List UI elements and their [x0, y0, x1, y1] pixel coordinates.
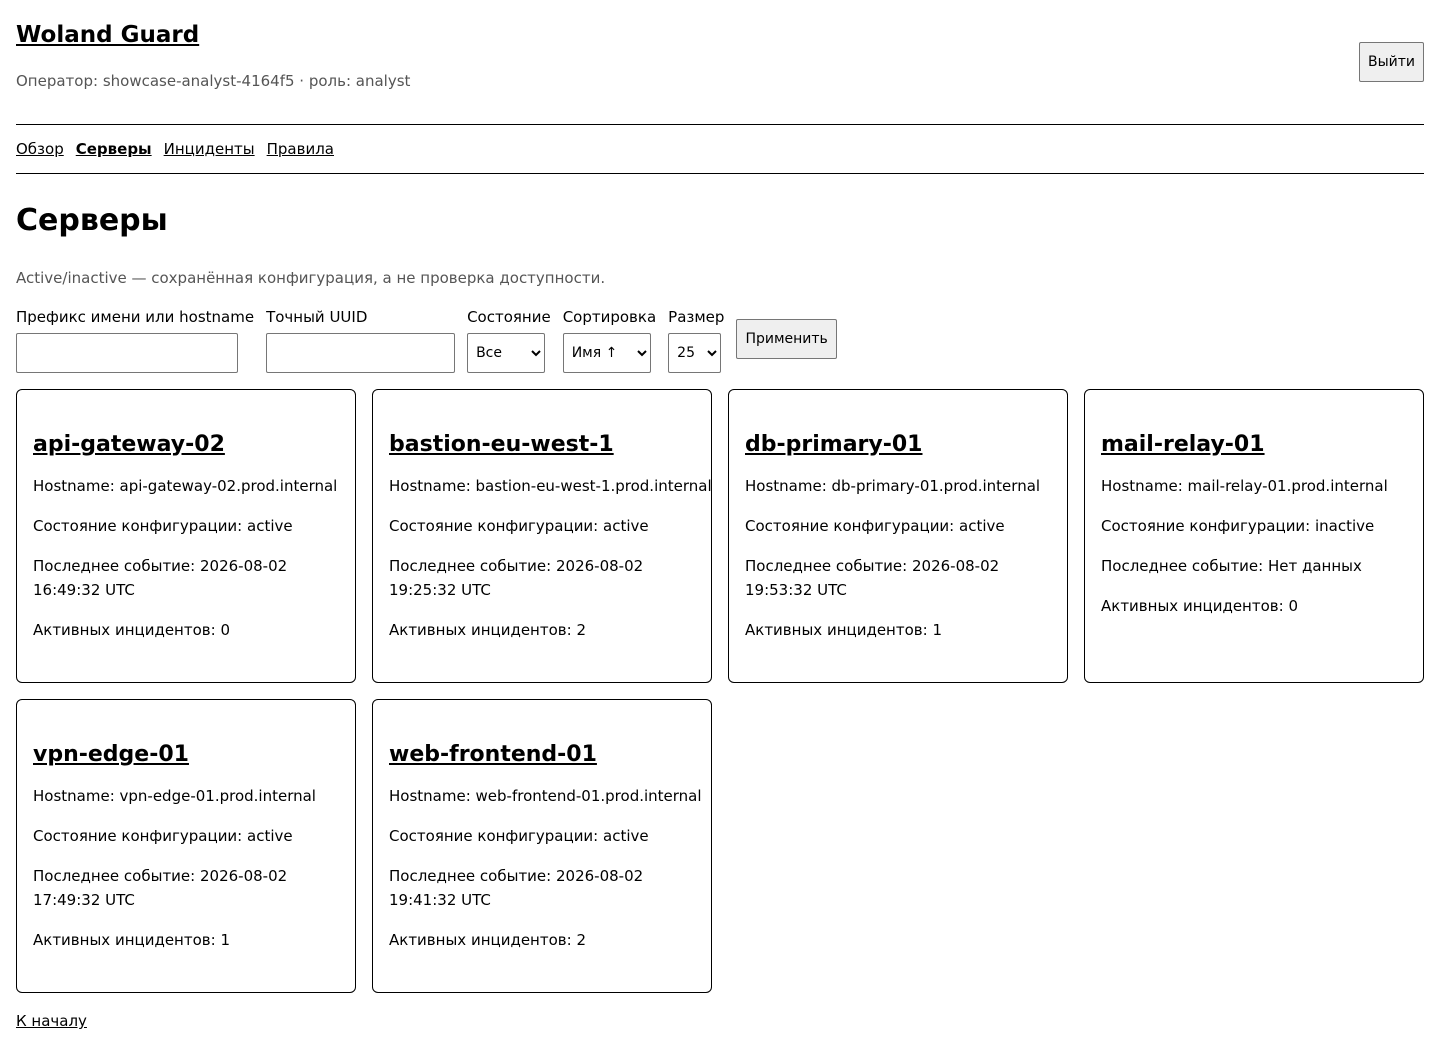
server-last-event: Последнее событие: 2026-08-02 17:49:32 U… — [33, 867, 288, 909]
server-config-state: Состояние конфигурации: active — [745, 517, 1005, 535]
apply-button[interactable]: Применить — [736, 319, 837, 359]
server-active-incidents: Активных инцидентов: 0 — [1101, 597, 1298, 615]
server-hostname: Hostname: web-frontend-01.prod.internal — [389, 787, 702, 805]
page-title: Серверы — [16, 203, 168, 238]
server-card: bastion-eu-west-1 Hostname: bastion-eu-w… — [372, 389, 712, 683]
server-name-link[interactable]: bastion-eu-west-1 — [389, 428, 695, 462]
server-name-link[interactable]: web-frontend-01 — [389, 738, 695, 772]
server-active-incidents: Активных инцидентов: 0 — [33, 621, 230, 639]
logout-button[interactable]: Выйти — [1358, 42, 1424, 82]
server-config-state: Состояние конфигурации: active — [389, 517, 649, 535]
server-config-state: Состояние конфигурации: active — [389, 827, 649, 845]
server-config-state: Состояние конфигурации: active — [33, 517, 293, 535]
server-active-incidents: Активных инцидентов: 1 — [745, 621, 942, 639]
server-card: web-frontend-01 Hostname: web-frontend-0… — [372, 699, 712, 993]
nav-servers[interactable]: Серверы — [76, 140, 152, 158]
server-name-link[interactable]: db-primary-01 — [745, 428, 1051, 462]
sort-label: Сортировка — [562, 308, 657, 326]
back-to-top-link[interactable]: К началу — [16, 1010, 87, 1032]
server-config-state: Состояние конфигурации: inactive — [1101, 517, 1375, 535]
sort-field: Сортировка Имя ↑ — [562, 306, 657, 373]
nav-overview[interactable]: Обзор — [16, 140, 64, 158]
server-hostname: Hostname: api-gateway-02.prod.internal — [33, 477, 338, 495]
server-card: vpn-edge-01 Hostname: vpn-edge-01.prod.i… — [16, 699, 356, 993]
server-last-event: Последнее событие: 2026-08-02 19:53:32 U… — [745, 557, 1000, 599]
server-name-link[interactable]: api-gateway-02 — [33, 428, 339, 462]
server-last-event: Последнее событие: 2026-08-02 16:49:32 U… — [33, 557, 288, 599]
sort-select[interactable]: Имя ↑ — [562, 333, 651, 373]
main-nav: Обзор Серверы Инциденты Правила — [16, 125, 1424, 174]
server-hostname: Hostname: bastion-eu-west-1.prod.interna… — [389, 477, 712, 495]
server-active-incidents: Активных инцидентов: 2 — [389, 621, 586, 639]
server-name-link[interactable]: vpn-edge-01 — [33, 738, 339, 772]
uuid-label: Точный UUID — [266, 308, 368, 326]
config-note: Active/inactive — сохранённая конфигурац… — [16, 269, 606, 287]
filter-form: Префикс имени или hostname Точный UUID С… — [16, 306, 837, 373]
page: Woland Guard Оператор: showcase-analyst-… — [16, 0, 1424, 1030]
server-last-event: Последнее событие: 2026-08-02 19:25:32 U… — [389, 557, 644, 599]
size-field: Размер 25 — [668, 306, 724, 373]
brand-link[interactable]: Woland Guard — [16, 18, 199, 52]
server-hostname: Hostname: vpn-edge-01.prod.internal — [33, 787, 316, 805]
prefix-field: Префикс имени или hostname — [16, 306, 254, 373]
server-name-link[interactable]: mail-relay-01 — [1101, 428, 1407, 462]
server-card: db-primary-01 Hostname: db-primary-01.pr… — [728, 389, 1068, 683]
server-last-event: Последнее событие: Нет данных — [1101, 557, 1362, 575]
server-hostname: Hostname: db-primary-01.prod.internal — [745, 477, 1041, 495]
server-active-incidents: Активных инцидентов: 2 — [389, 931, 586, 949]
server-last-event: Последнее событие: 2026-08-02 19:41:32 U… — [389, 867, 644, 909]
server-grid: api-gateway-02 Hostname: api-gateway-02.… — [16, 389, 1424, 993]
header: Woland Guard Оператор: showcase-analyst-… — [16, 0, 1424, 125]
prefix-label: Префикс имени или hostname — [16, 308, 255, 326]
server-card: api-gateway-02 Hostname: api-gateway-02.… — [16, 389, 356, 683]
state-select[interactable]: Все — [467, 333, 546, 373]
prefix-input[interactable] — [16, 333, 238, 373]
uuid-input[interactable] — [266, 333, 456, 373]
server-hostname: Hostname: mail-relay-01.prod.internal — [1101, 477, 1388, 495]
server-card: mail-relay-01 Hostname: mail-relay-01.pr… — [1084, 389, 1424, 683]
size-label: Размер — [668, 308, 725, 326]
state-field: Состояние Все — [467, 306, 551, 373]
server-config-state: Состояние конфигурации: active — [33, 827, 293, 845]
operator-info: Оператор: showcase-analyst-4164f5 · роль… — [16, 72, 411, 90]
nav-incidents[interactable]: Инциденты — [164, 140, 255, 158]
state-label: Состояние — [467, 308, 551, 326]
nav-rules[interactable]: Правила — [267, 140, 334, 158]
size-select[interactable]: 25 — [668, 333, 722, 373]
uuid-field: Точный UUID — [266, 306, 456, 373]
server-active-incidents: Активных инцидентов: 1 — [33, 931, 230, 949]
